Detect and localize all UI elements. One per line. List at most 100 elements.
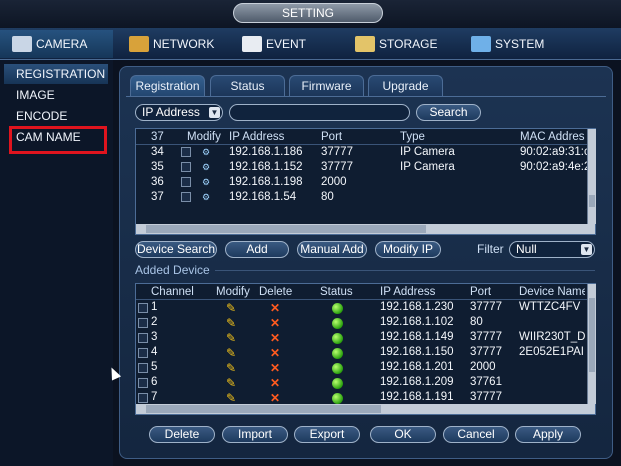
row-port: 37777 xyxy=(470,391,502,403)
vertical-scrollbar[interactable] xyxy=(587,284,596,404)
horizontal-scrollbar[interactable] xyxy=(136,404,595,414)
status-online-icon xyxy=(332,303,343,314)
modify-icon[interactable]: ⚙ xyxy=(202,148,211,157)
pencil-icon[interactable]: ✎ xyxy=(226,392,240,404)
search-type-value: IP Address xyxy=(142,105,200,119)
row-ip: 192.168.1.201 xyxy=(380,361,454,373)
row-channel: 6 xyxy=(151,376,158,388)
col-modify: Modify xyxy=(216,286,250,298)
tab-storage[interactable]: STORAGE xyxy=(355,30,455,58)
row-channel: 5 xyxy=(151,361,158,373)
row-checkbox[interactable] xyxy=(181,177,191,187)
left-menu: REGISTRATION IMAGE ENCODE CAM NAME xyxy=(0,60,113,466)
title-bar: SETTING xyxy=(0,0,621,28)
col-port: Port xyxy=(321,131,343,143)
row-checkbox[interactable] xyxy=(138,318,148,328)
menu-item-image[interactable]: IMAGE xyxy=(4,85,108,105)
row-device-name: WTTZC4FV xyxy=(519,301,581,313)
row-checkbox[interactable] xyxy=(138,333,148,343)
tab-event[interactable]: EVENT xyxy=(242,30,332,58)
row-checkbox[interactable] xyxy=(181,147,191,157)
row-port: 2000 xyxy=(470,361,496,373)
horizontal-scrollbar[interactable] xyxy=(136,224,595,234)
manual-add-button[interactable]: Manual Add xyxy=(297,241,367,258)
ok-button[interactable]: OK xyxy=(370,426,436,443)
row-checkbox[interactable] xyxy=(138,393,148,403)
delete-icon[interactable]: ✕ xyxy=(270,302,282,314)
system-icon xyxy=(471,36,491,52)
pencil-icon[interactable]: ✎ xyxy=(226,377,240,389)
col-channel: Channel xyxy=(151,286,194,298)
row-channel: 3 xyxy=(151,331,158,343)
delete-icon[interactable]: ✕ xyxy=(270,317,282,329)
search-type-select[interactable]: IP Address ▼ xyxy=(135,104,223,121)
filter-select[interactable]: Null ▼ xyxy=(509,241,595,258)
row-port: 80 xyxy=(470,316,483,328)
row-checkbox[interactable] xyxy=(138,303,148,313)
scroll-thumb[interactable] xyxy=(146,405,381,413)
row-checkbox[interactable] xyxy=(181,192,191,202)
delete-icon[interactable]: ✕ xyxy=(270,332,282,344)
row-num: 34 xyxy=(151,146,164,158)
apply-button[interactable]: Apply xyxy=(515,426,581,443)
added-device-table: Channel Modify Delete Status IP Address … xyxy=(135,283,596,415)
vertical-scrollbar[interactable] xyxy=(587,129,596,224)
row-checkbox[interactable] xyxy=(181,162,191,172)
row-checkbox[interactable] xyxy=(138,363,148,373)
delete-icon[interactable]: ✕ xyxy=(270,392,282,404)
scroll-thumb[interactable] xyxy=(589,298,595,372)
tab-network-label: NETWORK xyxy=(153,37,215,51)
subtab-firmware[interactable]: Firmware xyxy=(289,75,364,97)
delete-button[interactable]: Delete xyxy=(149,426,215,443)
row-port: 37777 xyxy=(321,161,353,173)
pencil-icon[interactable]: ✎ xyxy=(226,362,240,374)
device-search-button[interactable]: Device Search xyxy=(135,241,217,258)
modify-ip-button[interactable]: Modify IP xyxy=(375,241,441,258)
tab-camera-label: CAMERA xyxy=(36,37,88,51)
modify-icon[interactable]: ⚙ xyxy=(202,163,211,172)
row-port: 37761 xyxy=(470,376,502,388)
pencil-icon[interactable]: ✎ xyxy=(226,302,240,314)
subtab-divider xyxy=(126,96,606,97)
section-divider xyxy=(215,270,595,271)
menu-item-registration[interactable]: REGISTRATION xyxy=(4,64,108,84)
row-num: 35 xyxy=(151,161,164,173)
add-button[interactable]: Add xyxy=(225,241,289,258)
col-ip: IP Address xyxy=(229,131,285,143)
tab-network[interactable]: NETWORK xyxy=(129,30,229,58)
delete-icon[interactable]: ✕ xyxy=(270,377,282,389)
modify-icon[interactable]: ⚙ xyxy=(202,178,211,187)
row-port: 2000 xyxy=(321,176,347,188)
chevron-down-icon: ▼ xyxy=(209,107,220,118)
row-checkbox[interactable] xyxy=(138,348,148,358)
pencil-icon[interactable]: ✎ xyxy=(226,317,240,329)
chevron-down-icon: ▼ xyxy=(581,244,592,255)
import-button[interactable]: Import xyxy=(222,426,288,443)
delete-icon[interactable]: ✕ xyxy=(270,347,282,359)
subtab-registration[interactable]: Registration xyxy=(130,75,205,97)
row-port: 37777 xyxy=(470,346,502,358)
window-title: SETTING xyxy=(233,3,383,23)
scroll-thumb[interactable] xyxy=(589,195,595,207)
cancel-button[interactable]: Cancel xyxy=(443,426,509,443)
export-button[interactable]: Export xyxy=(294,426,360,443)
row-checkbox[interactable] xyxy=(138,378,148,388)
search-button[interactable]: Search xyxy=(416,104,481,121)
subtab-upgrade[interactable]: Upgrade xyxy=(368,75,443,97)
added-device-label: Added Device xyxy=(135,263,210,277)
status-online-icon xyxy=(332,393,343,404)
cam-name-highlight-box xyxy=(9,126,107,154)
tab-system[interactable]: SYSTEM xyxy=(471,30,571,58)
row-ip: 192.168.1.152 xyxy=(229,161,303,173)
pencil-icon[interactable]: ✎ xyxy=(226,347,240,359)
subtab-status[interactable]: Status xyxy=(210,75,285,97)
modify-icon[interactable]: ⚙ xyxy=(202,193,211,202)
col-port: Port xyxy=(470,286,492,298)
scroll-thumb[interactable] xyxy=(146,225,426,233)
delete-icon[interactable]: ✕ xyxy=(270,362,282,374)
tab-system-label: SYSTEM xyxy=(495,37,545,51)
search-input[interactable] xyxy=(229,104,410,121)
menu-item-encode[interactable]: ENCODE xyxy=(4,106,108,126)
pencil-icon[interactable]: ✎ xyxy=(226,332,240,344)
tab-camera[interactable]: CAMERA xyxy=(0,30,113,58)
